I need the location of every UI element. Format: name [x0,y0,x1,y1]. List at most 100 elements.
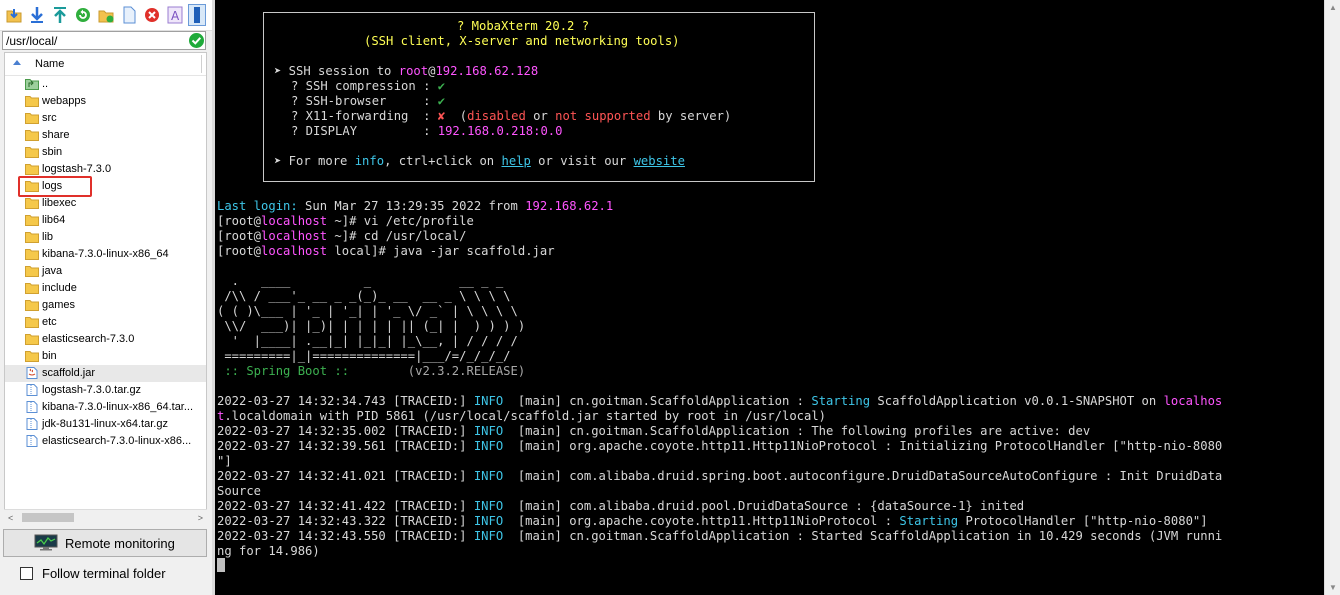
log-message: [main] cn.goitman.ScaffoldApplication : [503,394,812,408]
log-level: INFO [473,469,504,483]
list-item[interactable]: bin [5,348,206,365]
path-input[interactable]: /usr/local/ [2,31,206,50]
new-folder-icon[interactable] [98,6,114,24]
list-item[interactable]: games [5,297,206,314]
spring-ascii-art-line: =========|_|==============|___/=/_/_/_/ [217,349,511,363]
folder-icon [25,198,39,209]
list-item-label: share [42,129,70,141]
scroll-up-icon[interactable]: ▲ [1329,3,1337,12]
list-item[interactable]: kibana-7.3.0-linux-x86_64.tar... [5,399,206,416]
log-line: 2022-03-27 14:32:43.550 [TRACEID:] INFO … [217,529,1222,544]
delete-icon[interactable] [144,6,160,24]
log-host: localhos [1163,394,1223,408]
log-line: ng for 14.986) [217,544,320,559]
log-timestamp: 2022-03-27 14:32:35.002 [TRACEID:] [217,424,474,438]
list-item[interactable]: logstash-7.3.0.tar.gz [5,382,206,399]
path-confirm-icon[interactable] [189,33,204,48]
list-item[interactable]: java [5,263,206,280]
log-timestamp: 2022-03-27 14:32:39.561 [TRACEID:] [217,439,474,453]
list-item[interactable]: include [5,280,206,297]
log-highlight: Starting [811,394,871,408]
list-item[interactable]: elasticsearch-7.3.0 [5,331,206,348]
list-item[interactable]: kibana-7.3.0-linux-x86_64 [5,246,206,263]
terminal-vertical-scrollbar[interactable]: ▲ ▼ [1324,0,1340,595]
website-link[interactable]: website [634,154,685,168]
help-link[interactable]: help [501,154,530,168]
log-timestamp: 2022-03-27 14:32:41.422 [TRACEID:] [217,499,474,513]
list-item-label: lib64 [42,214,66,226]
new-file-icon[interactable] [121,6,137,24]
x11-not-supported: not supported [555,109,651,123]
info-link[interactable]: info [355,154,384,168]
list-item[interactable]: share [5,127,206,144]
horizontal-scrollbar[interactable]: < > [4,509,207,526]
log-level: INFO [473,424,504,438]
column-header-name[interactable]: Name [5,53,206,76]
log-line: 2022-03-27 14:32:41.021 [TRACEID:] INFO … [217,469,1222,484]
java-file-icon [26,367,38,379]
list-item[interactable]: src [5,110,206,127]
follow-terminal-checkbox[interactable] [20,567,33,580]
x11-or: or [525,109,556,123]
terminal[interactable]: ? MobaXterm 20.2 ? (SSH client, X-server… [215,0,1324,595]
upload-icon[interactable] [52,6,68,24]
list-item[interactable]: lib64 [5,212,206,229]
list-item-label: logstash-7.3.0 [42,163,112,175]
list-item[interactable]: sbin [5,144,206,161]
list-item[interactable]: .. [5,76,206,93]
spring-ascii-art-line: ( ( )\___ | '_ | '_| | '_ \/ _` | \ \ \ … [217,304,518,318]
folder-icon [25,266,39,277]
more-prefix: ➤ For more [274,154,355,168]
list-item[interactable]: jdk-8u131-linux-x64.tar.gz [5,416,206,433]
log-line: Source [217,484,261,499]
scroll-thumb[interactable] [22,513,74,522]
x11-open: ( [445,109,468,123]
list-item[interactable]: etc [5,314,206,331]
folder-icon [25,334,39,345]
prompt-host: localhost [261,244,328,258]
list-item-label: logstash-7.3.0.tar.gz [42,384,142,396]
x11-cross-icon: ✘ [437,109,446,123]
last-login-label: Last login: [217,199,298,213]
download-icon[interactable] [29,6,45,24]
follow-terminal-label[interactable]: Follow terminal folder [42,566,166,581]
folder-icon [25,317,39,328]
list-item-label: scaffold.jar [42,367,95,379]
list-item-label: kibana-7.3.0-linux-x86_64 [42,248,169,260]
parent-folder-icon [25,79,39,90]
list-item-label: etc [42,316,57,328]
rename-icon[interactable]: A [167,6,183,24]
list-item-label: kibana-7.3.0-linux-x86_64.tar... [42,401,194,413]
list-item-label: .. [42,78,49,90]
scroll-down-icon[interactable]: ▼ [1329,583,1337,592]
prompt-pre: [root@ [217,244,262,258]
log-line: 2022-03-27 14:32:35.002 [TRACEID:] INFO … [217,424,1090,439]
spring-boot-version: (v2.3.2.RELEASE) [356,364,526,378]
terminal-toggle-icon[interactable] [188,4,206,26]
folder-icon [25,215,39,226]
refresh-icon[interactable] [75,6,91,24]
shell-prompt-line: [root@localhost ~]# vi /etc/profile [217,214,474,229]
log-highlight: Starting [899,514,959,528]
spring-ascii-art-line: \\/ ___)| |_)| | | | | || (_| | ) ) ) ) [217,319,526,333]
scroll-right-icon[interactable]: > [198,513,203,523]
list-item[interactable]: elasticsearch-7.3.0-linux-x86... [5,433,206,450]
ssh-user: root [398,64,429,78]
list-item[interactable]: webapps [5,93,206,110]
shell-prompt-line: [root@localhost local]# java -jar scaffo… [217,244,555,259]
prompt-command: local]# java -jar scaffold.jar [327,244,555,258]
scroll-left-icon[interactable]: < [8,513,13,523]
list-item[interactable]: scaffold.jar [5,365,206,382]
remote-monitoring-button[interactable]: Remote monitoring [3,529,207,557]
list-item[interactable]: libexec [5,195,206,212]
list-item-label: bin [42,350,57,362]
archive-file-icon [26,418,38,430]
download-folder-icon[interactable] [6,6,22,24]
file-list: Name .. webapps src share sbin logstash-7.3.0… [4,52,207,525]
log-level: INFO [473,499,504,513]
list-item[interactable]: lib [5,229,206,246]
log-message: ng for 14.986) [217,544,320,558]
log-timestamp: 2022-03-27 14:32:43.322 [TRACEID:] [217,514,474,528]
prompt-command: ~]# vi /etc/profile [327,214,474,228]
browser-check-icon: ✔ [437,94,446,108]
